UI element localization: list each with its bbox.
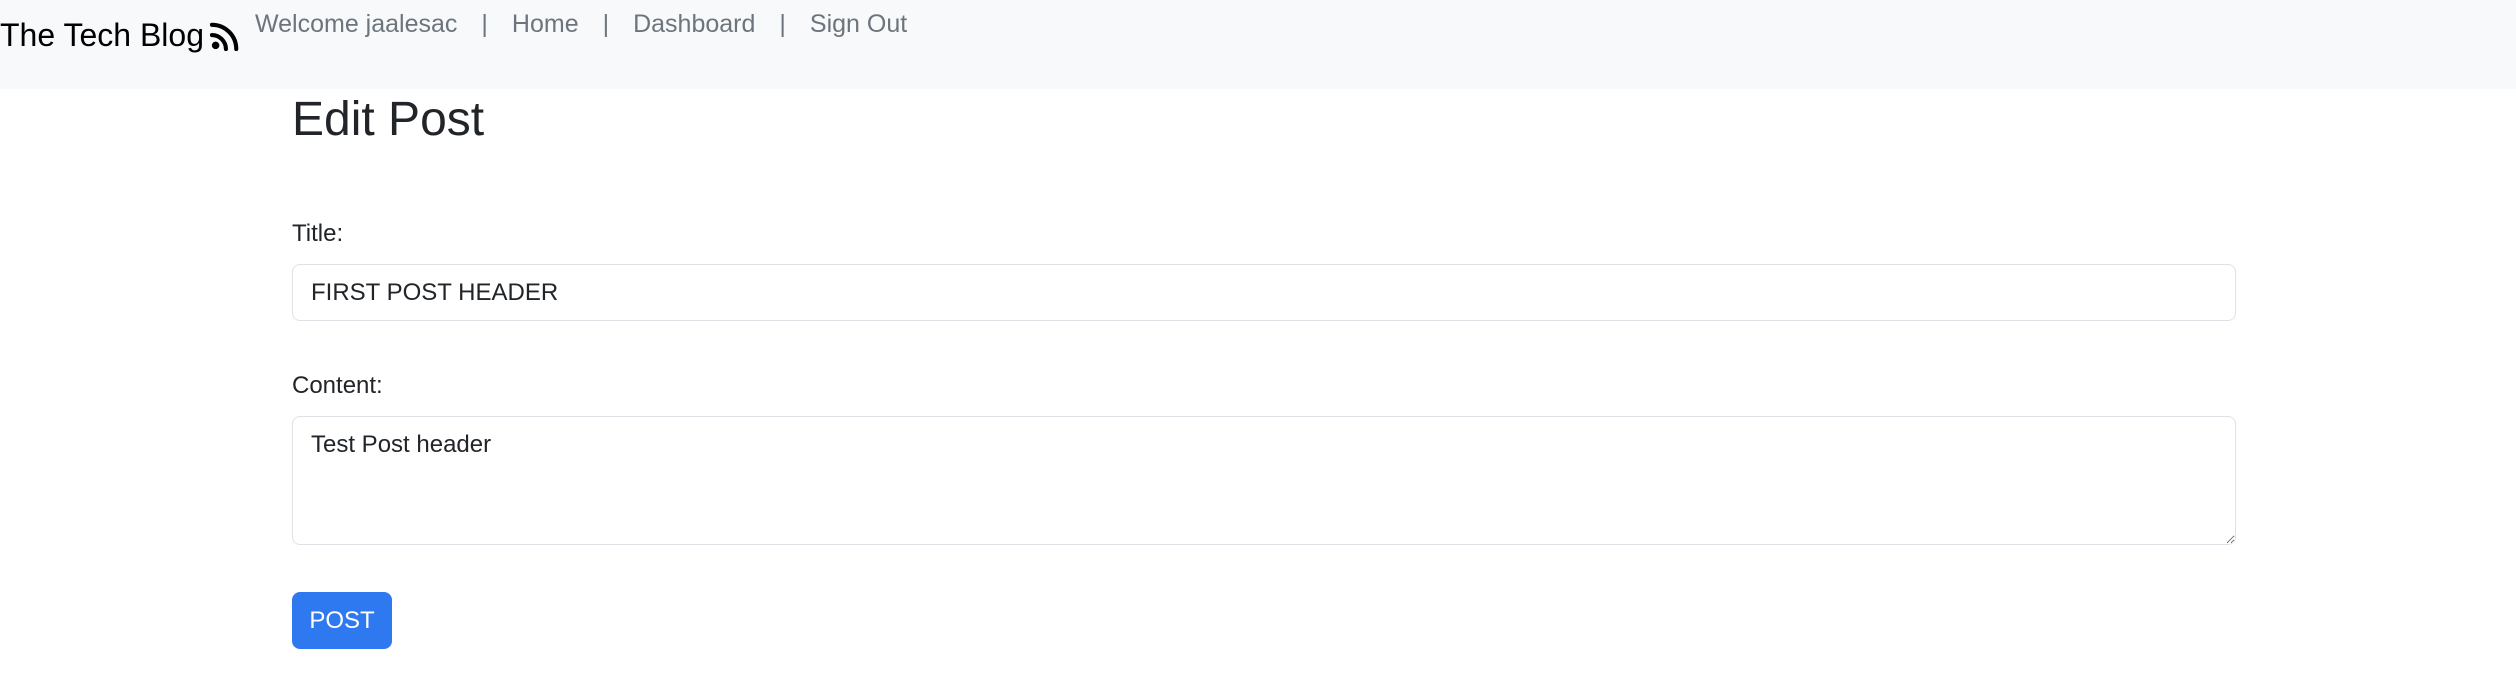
brand[interactable]: The Tech Blog bbox=[0, 17, 240, 54]
nav-sign-out-link[interactable]: Sign Out bbox=[810, 10, 907, 39]
rss-icon bbox=[209, 21, 240, 51]
content-label: Content: bbox=[292, 372, 383, 399]
title-label: Title: bbox=[292, 220, 344, 247]
post-button[interactable]: POST bbox=[292, 592, 392, 649]
nav-separator: | bbox=[779, 10, 786, 38]
title-input[interactable] bbox=[292, 264, 2236, 321]
welcome-text: Welcome jaalesac bbox=[255, 10, 458, 38]
content-textarea[interactable]: Test Post header bbox=[292, 416, 2236, 545]
nav-links: Welcome jaalesac | Home | Dashboard | Si… bbox=[255, 10, 907, 39]
nav-separator: | bbox=[481, 10, 488, 38]
nav-dashboard-link[interactable]: Dashboard bbox=[633, 10, 755, 39]
navbar: The Tech Blog Welcome jaalesac | Home | … bbox=[0, 0, 2516, 89]
page-title: Edit Post bbox=[292, 93, 485, 146]
nav-separator: | bbox=[602, 10, 610, 38]
brand-name[interactable]: The Tech Blog bbox=[0, 17, 204, 54]
nav-home-link[interactable]: Home bbox=[512, 10, 579, 39]
